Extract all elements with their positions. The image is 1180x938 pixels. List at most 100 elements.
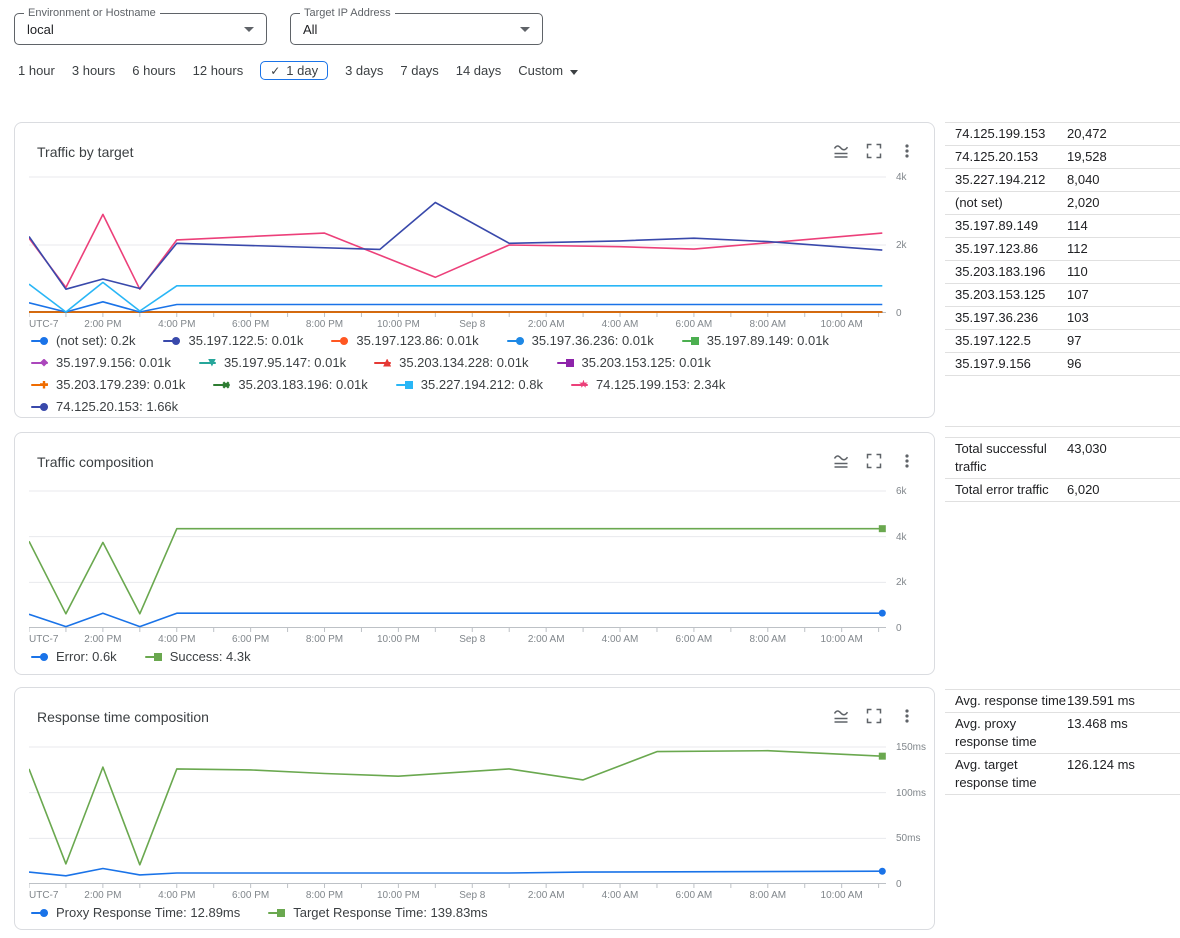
dropdown-caret-icon [520,27,530,32]
time-range-7-days[interactable]: 7 days [400,63,438,78]
legend-item[interactable]: Success: 4.3k [145,649,251,664]
legend-marker-icon [31,652,48,662]
time-range-1-hour[interactable]: 1 hour [18,63,55,78]
summary-row: 35.197.89.149114 [945,215,1180,238]
time-range-1-day[interactable]: ✓1 day [260,61,328,80]
y-axis-tick-label: 150ms [896,742,926,753]
x-axis-tick-label: 2:00 AM [528,890,565,901]
legend-item[interactable]: 35.197.9.156: 0.01k [31,355,171,370]
summary-row: 35.197.122.597 [945,330,1180,353]
more-options-icon[interactable] [898,707,916,725]
x-axis-tick-label: UTC-7 [29,890,58,901]
traffic-composition-chart[interactable] [29,486,886,633]
chart-legend: Proxy Response Time: 12.89ms Target Respo… [31,905,918,927]
x-axis-labels: UTC-72:00 PM4:00 PM6:00 PM8:00 PM10:00 P… [29,634,886,646]
legend-item[interactable]: 35.203.153.125: 0.01k [557,355,711,370]
legend-item[interactable]: (not set): 0.2k [31,333,135,348]
legend-marker-icon [557,358,574,368]
legend-marker-icon [31,358,48,368]
legend-marker-icon [507,336,524,346]
y-axis-tick-label: 4k [896,172,907,183]
dropdown-caret-icon [244,27,254,32]
x-axis-tick-label: 2:00 PM [84,319,121,330]
legend-item[interactable]: 35.203.134.228: 0.01k [374,355,528,370]
y-axis-labels: 02k4k6k [886,486,934,633]
legend-item[interactable]: 74.125.20.153: 1.66k [31,399,178,414]
card-title: Response time composition [37,709,209,725]
time-range-12-hours[interactable]: 12 hours [193,63,244,78]
fullscreen-icon[interactable] [865,452,883,470]
legend-item[interactable]: 35.197.122.5: 0.01k [163,333,303,348]
time-range-6-hours[interactable]: 6 hours [132,63,175,78]
chart-legend: Error: 0.6k Success: 4.3k [31,649,918,671]
more-options-icon[interactable] [898,142,916,160]
x-axis-tick-label: 6:00 PM [232,890,269,901]
y-axis-tick-label: 2k [896,240,907,251]
summary-row: 35.197.36.236103 [945,307,1180,330]
legend-item[interactable]: 35.197.95.147: 0.01k [199,355,346,370]
chart-style-icon[interactable] [832,142,850,160]
response-time-summary-table: Avg. response time139.591 msAvg. proxy r… [945,689,1180,795]
legend-marker-icon [145,652,162,662]
legend-marker-icon [268,908,285,918]
target-ip-dropdown[interactable]: Target IP Address All [290,13,543,45]
x-axis-tick-label: 2:00 PM [84,634,121,645]
summary-row: 74.125.199.15320,472 [945,123,1180,146]
legend-marker-icon [396,380,413,390]
more-options-icon[interactable] [898,452,916,470]
y-axis-tick-label: 0 [896,879,902,890]
target-ip-dropdown-label: Target IP Address [300,7,395,19]
target-ip-dropdown-value: All [303,22,317,37]
environment-dropdown-value: local [27,22,54,37]
x-axis-tick-label: 6:00 AM [676,890,713,901]
legend-item[interactable]: 35.203.179.239: 0.01k [31,377,185,392]
legend-item[interactable]: 35.227.194.212: 0.8k [396,377,543,392]
legend-item[interactable]: Error: 0.6k [31,649,117,664]
traffic-by-target-chart[interactable] [29,171,886,318]
legend-item[interactable]: Target Response Time: 139.83ms [268,905,487,920]
time-range-selector: 1 hour 3 hours 6 hours 12 hours ✓1 day 3 days… [18,61,578,80]
x-axis-labels: UTC-72:00 PM4:00 PM6:00 PM8:00 PM10:00 P… [29,890,886,902]
chart-style-icon[interactable] [832,452,850,470]
legend-marker-icon [31,380,48,390]
y-axis-tick-label: 4k [896,532,907,543]
y-axis-tick-label: 6k [896,486,907,497]
legend-marker-icon [199,358,216,368]
legend-item[interactable]: 74.125.199.153: 2.34k [571,377,725,392]
legend-item[interactable]: 35.197.123.86: 0.01k [331,333,478,348]
summary-row: 74.125.20.15319,528 [945,146,1180,169]
legend-item[interactable]: 35.203.183.196: 0.01k [213,377,367,392]
y-axis-tick-label: 2k [896,577,907,588]
chart-style-icon[interactable] [832,707,850,725]
fullscreen-icon[interactable] [865,707,883,725]
environment-dropdown[interactable]: Environment or Hostname local [14,13,267,45]
x-axis-tick-label: UTC-7 [29,634,58,645]
x-axis-tick-label: 8:00 PM [306,319,343,330]
x-axis-tick-label: 10:00 PM [377,319,420,330]
fullscreen-icon[interactable] [865,142,883,160]
time-range-14-days[interactable]: 14 days [456,63,502,78]
traffic-composition-card: Traffic composition 02k4k6k UTC-72:00 PM… [14,432,935,675]
x-axis-tick-label: 10:00 AM [821,319,863,330]
legend-item[interactable]: 35.197.89.149: 0.01k [682,333,829,348]
x-axis-labels: UTC-72:00 PM4:00 PM6:00 PM8:00 PM10:00 P… [29,319,886,331]
legend-item[interactable]: 35.197.36.236: 0.01k [507,333,654,348]
legend-marker-icon [163,336,180,346]
x-axis-tick-label: 8:00 AM [749,634,786,645]
time-range-3-days[interactable]: 3 days [345,63,383,78]
legend-marker-icon [374,358,391,368]
legend-item[interactable]: Proxy Response Time: 12.89ms [31,905,240,920]
x-axis-tick-label: 4:00 AM [602,890,639,901]
x-axis-tick-label: UTC-7 [29,319,58,330]
y-axis-tick-label: 50ms [896,833,920,844]
check-icon: ✓ [270,64,280,78]
summary-row: Avg. proxy response time13.468 ms [945,713,1180,754]
x-axis-tick-label: 4:00 PM [158,634,195,645]
x-axis-tick-label: 10:00 PM [377,634,420,645]
time-range-3-hours[interactable]: 3 hours [72,63,115,78]
summary-row: 35.197.9.15696 [945,353,1180,376]
response-time-chart[interactable] [29,741,886,889]
legend-marker-icon [682,336,699,346]
time-range-custom[interactable]: Custom [518,63,578,78]
x-axis-tick-label: 4:00 AM [602,634,639,645]
